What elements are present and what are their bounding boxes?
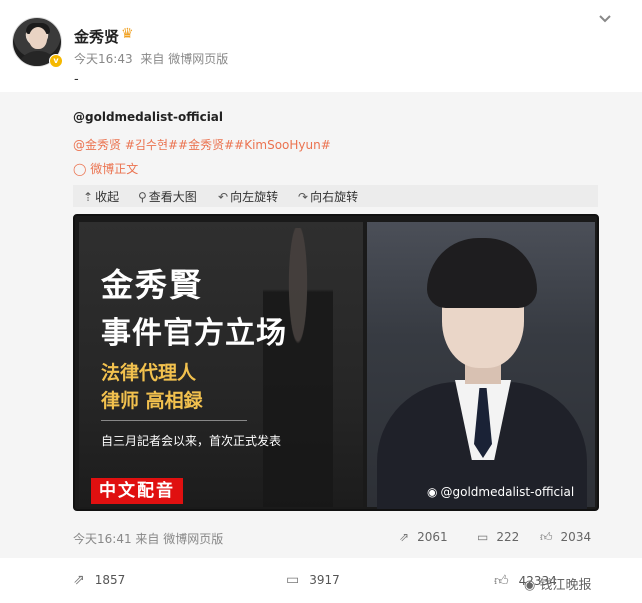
post-image[interactable]: 金秀賢 事件官方立场 法律代理人 律师 高相録 自三月記者会以来，首次正式发表 …	[73, 214, 599, 511]
share-button[interactable]: ⇗ 1857	[73, 572, 125, 588]
comment-count: 3917	[309, 573, 340, 587]
share-icon: ⇗	[73, 572, 85, 588]
repost-tags[interactable]: @金秀贤 #김수현##金秀贤##KimSooHyun#	[73, 136, 331, 153]
author-name[interactable]: 金秀贤	[74, 26, 119, 47]
repost-meta: 今天16:41 来自 微博网页版	[73, 530, 223, 547]
comment-button[interactable]: ▭ 3917	[286, 572, 340, 588]
image-subtitle-line2: 律师 高相録	[101, 390, 203, 412]
weibo-logo-icon: ◉	[427, 485, 438, 499]
thumbs-up-icon: 👍︎	[494, 573, 509, 589]
repost-like-count: 2034	[560, 530, 592, 544]
portrait-hair	[427, 238, 537, 308]
collapse-icon: ⇡	[83, 190, 94, 204]
image-title-line2: 事件官方立场	[101, 316, 287, 351]
repost-comment-count: 222	[496, 530, 520, 544]
rotate-left-icon: ↶	[218, 190, 229, 204]
view-large-label: 查看大图	[148, 190, 197, 204]
rotate-right-label: 向右旋转	[310, 190, 359, 204]
image-title-line1: 金秀賢	[101, 266, 204, 304]
repost-like-button[interactable]: 👍︎ 2034	[540, 530, 591, 545]
repost-comment-button[interactable]: ▭ 222	[477, 530, 519, 544]
post-footer: ⇗ 1857 ▭ 3917 👍︎ 42334 ◉ 钱江晚报	[0, 558, 642, 603]
image-badge: 中文配音	[91, 478, 183, 504]
post-text: -	[74, 72, 79, 87]
image-left-panel: 金秀賢 事件官方立场 法律代理人 律师 高相録 自三月記者会以来，首次正式发表 …	[79, 222, 363, 507]
image-subtitle-line1: 法律代理人	[101, 362, 197, 384]
repost-footer: 今天16:41 来自 微博网页版 ⇗ 2061 ▭ 222 👍︎ 2034	[73, 530, 598, 550]
rotate-left-button[interactable]: ↶ 向左旋转	[218, 188, 278, 205]
image-toolbar: ⇡ 收起 ⚲ 查看大图 ↶ 向左旋转 ↷ 向右旋转	[73, 185, 598, 207]
original-post-label: 微博正文	[90, 162, 139, 176]
post-meta: 今天16:43 来自 微博网页版	[74, 50, 232, 67]
original-post-link[interactable]: ◯ 微博正文	[73, 160, 138, 177]
chevron-down-icon[interactable]	[598, 12, 614, 26]
share-icon: ⇗	[399, 530, 410, 544]
image-watermark: ◉ @goldmedalist-official	[427, 485, 574, 499]
image-divider	[101, 420, 247, 421]
image-background-figure	[263, 228, 333, 507]
share-count: 1857	[94, 573, 126, 587]
rotate-right-icon: ↷	[298, 190, 309, 204]
view-large-button[interactable]: ⚲ 查看大图	[138, 188, 197, 205]
verified-badge-icon: v	[49, 54, 63, 68]
post-header: v 金秀贤 ♛ 今天16:43 来自 微博网页版 -	[0, 0, 642, 92]
rotate-left-label: 向左旋转	[230, 190, 279, 204]
link-icon: ◯	[73, 162, 87, 176]
post-time[interactable]: 今天16:43	[74, 52, 133, 66]
repost-source: 来自 微博网页版	[135, 532, 224, 546]
rotate-right-button[interactable]: ↷ 向右旋转	[298, 188, 358, 205]
thumbs-up-icon: 👍︎	[540, 530, 553, 544]
comment-icon: ▭	[477, 530, 489, 544]
source-credit: ◉ 钱江晚报	[524, 574, 592, 593]
repost-share-count: 2061	[417, 530, 448, 544]
collapse-button[interactable]: ⇡ 收起	[83, 188, 119, 205]
search-icon: ⚲	[138, 190, 147, 204]
collapse-label: 收起	[95, 190, 120, 204]
post-source: 来自 微博网页版	[140, 52, 229, 66]
repost-time[interactable]: 今天16:41	[73, 532, 132, 546]
repost-handle[interactable]: @goldmedalist-official	[73, 110, 223, 124]
repost-share-button[interactable]: ⇗ 2061	[399, 530, 448, 544]
credit-text: 钱江晚报	[539, 578, 592, 593]
weibo-logo-icon: ◉	[524, 578, 536, 593]
crown-icon: ♛	[121, 26, 134, 42]
avatar-face	[29, 27, 47, 49]
repost-card: @goldmedalist-official @金秀贤 #김수현##金秀贤##K…	[0, 92, 642, 558]
comment-icon: ▭	[286, 572, 300, 588]
watermark-text: @goldmedalist-official	[440, 485, 575, 499]
image-caption: 自三月記者会以来，首次正式发表	[101, 434, 282, 448]
image-portrait	[367, 222, 595, 509]
